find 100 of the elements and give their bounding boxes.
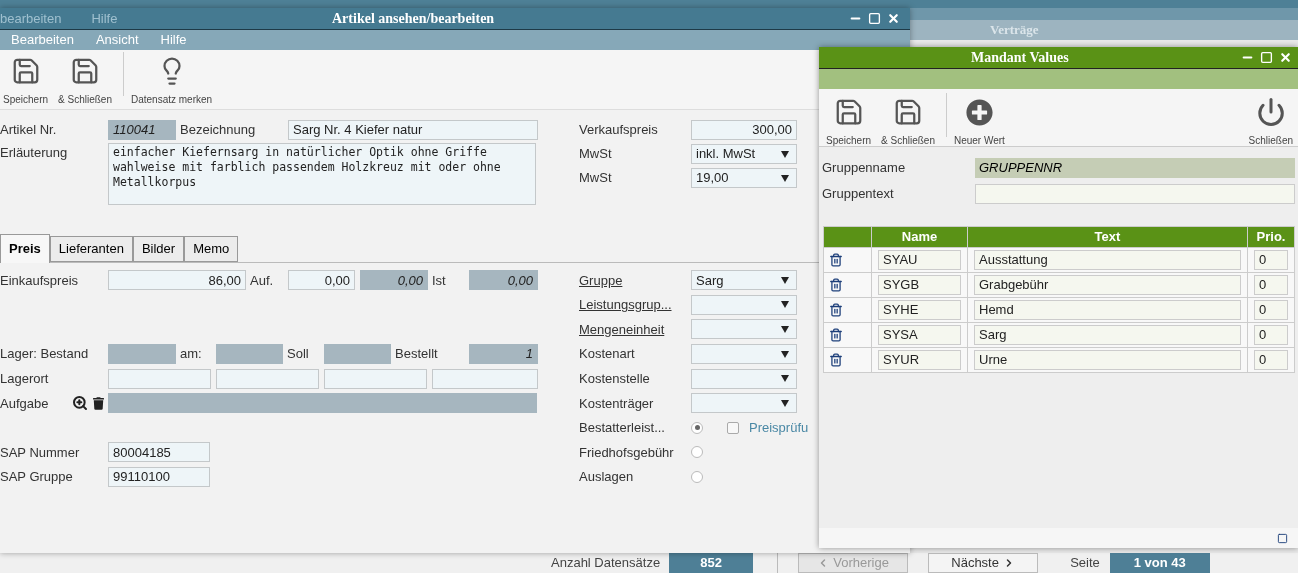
input-field[interactable]: SYGB: [878, 274, 961, 295]
maximize-icon[interactable]: [1260, 51, 1273, 64]
tab[interactable]: Memo: [184, 236, 239, 262]
resize-square-icon[interactable]: [1277, 532, 1288, 544]
input-field[interactable]: Hemd: [974, 299, 1241, 320]
select-field[interactable]: [691, 368, 797, 389]
select-field[interactable]: [691, 393, 797, 414]
input-field[interactable]: Grabgebühr: [974, 274, 1241, 295]
field-label: MwSt: [579, 145, 613, 164]
input-field[interactable]: 0: [1254, 349, 1288, 370]
field-label: SAP Nummer: [0, 443, 81, 462]
field-link[interactable]: Gruppe: [579, 270, 691, 291]
maximize-icon[interactable]: [868, 12, 881, 25]
input-field[interactable]: 0: [1254, 299, 1288, 320]
dropdown-caret-icon: [781, 276, 789, 284]
input-field[interactable]: SYAU: [878, 249, 961, 270]
record-count: 852: [669, 553, 754, 573]
select-field[interactable]: inkl. MwSt: [691, 144, 797, 164]
field-link[interactable]: Leistungsgrup...: [579, 295, 691, 315]
input-field[interactable]: 300,00: [691, 120, 797, 140]
field-label: Bezeichnung: [179, 121, 257, 140]
toolbar-button[interactable]: Speichern: [0, 52, 52, 107]
list-title: Verträge: [990, 21, 1039, 40]
toolbar-button[interactable]: Datensatz merken: [127, 52, 216, 107]
select-field[interactable]: 19,00: [691, 168, 797, 188]
field-label: Bestatterleist...: [579, 419, 666, 438]
field-label: Kostenart: [579, 345, 636, 364]
select-field[interactable]: [691, 319, 797, 340]
readonly-field: 110041: [108, 120, 176, 140]
toolbar-button[interactable]: & Schließen: [878, 93, 938, 148]
field-link[interactable]: Mengeneinheit: [579, 319, 691, 340]
input-field[interactable]: 0: [1254, 274, 1288, 295]
field-label: Lagerort: [0, 369, 50, 388]
close-icon[interactable]: [1279, 51, 1292, 64]
trash-icon[interactable]: [93, 396, 104, 410]
input-field[interactable]: [324, 368, 427, 389]
toolbar-button[interactable]: & Schließen: [55, 52, 115, 107]
field-label: SAP Gruppe: [0, 468, 74, 487]
column-header: Prio.: [1247, 226, 1295, 247]
input-field[interactable]: [975, 184, 1295, 204]
record-count-label: Anzahl Datensätze: [551, 554, 661, 573]
column-header: Text: [967, 226, 1248, 247]
readonly-field: [324, 344, 391, 365]
select-field[interactable]: [691, 344, 797, 365]
tab[interactable]: Preis: [0, 234, 50, 263]
tab[interactable]: Bilder: [132, 236, 185, 262]
column-header: Name: [871, 226, 968, 247]
radio-button[interactable]: [691, 446, 703, 459]
input-field[interactable]: 86,00: [108, 270, 246, 291]
toolbar-button[interactable]: Schließen: [1245, 93, 1296, 148]
field-label: Bestellt: [394, 345, 439, 364]
trash-icon[interactable]: [829, 327, 843, 342]
checkbox[interactable]: [727, 421, 739, 434]
field-label: Aufgabe: [0, 394, 50, 413]
close-icon[interactable]: [887, 12, 900, 25]
radio-button[interactable]: [691, 421, 703, 434]
field-label: Artikel Nr.: [0, 121, 58, 140]
input-field[interactable]: SYHE: [878, 299, 961, 320]
readonly-field: [216, 344, 283, 365]
input-field[interactable]: 0: [1254, 324, 1288, 345]
input-field[interactable]: SYSA: [878, 324, 961, 345]
dropdown-caret-icon: [781, 375, 789, 383]
trash-icon[interactable]: [829, 352, 843, 367]
input-field[interactable]: 80004185: [108, 442, 210, 463]
input-field[interactable]: Urne: [974, 349, 1241, 370]
dropdown-caret-icon: [781, 326, 789, 333]
toolbar-button[interactable]: Speichern: [823, 93, 875, 148]
input-field[interactable]: Ausstattung: [974, 249, 1241, 270]
field-label: Gruppenname: [822, 159, 907, 178]
input-field[interactable]: [108, 368, 211, 389]
trash-icon[interactable]: [829, 302, 843, 317]
trash-icon[interactable]: [829, 277, 843, 292]
next-button[interactable]: Nächste: [928, 553, 1039, 573]
input-field[interactable]: 0,00: [288, 270, 355, 291]
input-field[interactable]: [216, 368, 319, 389]
field-label: Auf.: [249, 271, 275, 290]
input-field: GRUPPENNR: [975, 158, 1295, 178]
select-field[interactable]: Sarg: [691, 270, 797, 291]
check-link[interactable]: Preisprüfu: [749, 418, 809, 438]
window-title: Mandant Values: [971, 49, 1069, 67]
dropdown-caret-icon: [781, 350, 789, 358]
tab[interactable]: Lieferanten: [49, 236, 133, 262]
page-indicator: 1 von 43: [1109, 553, 1210, 573]
trash-icon[interactable]: [829, 252, 843, 267]
field-label: am:: [179, 345, 203, 364]
zoom-in-icon[interactable]: [72, 395, 88, 412]
select-field[interactable]: [691, 294, 797, 315]
input-field[interactable]: Sarg Nr. 4 Kiefer natur: [288, 120, 538, 140]
description-textarea[interactable]: einfacher Kiefernsarg in natürlicher Optik ohne Griffe wahlweise mit farblich passendem Holzkreuz mit oder ohne Metallkorpus: [108, 143, 536, 205]
input-field[interactable]: 0: [1254, 249, 1288, 270]
input-field[interactable]: [432, 368, 538, 389]
input-field[interactable]: Sarg: [974, 324, 1241, 345]
field-label: Erläuterung: [0, 144, 69, 162]
toolbar-button[interactable]: Neuer Wert: [950, 93, 1008, 148]
save-icon: [70, 56, 100, 86]
radio-button[interactable]: [691, 471, 703, 484]
field-label: Friedhofsgebühr: [579, 443, 675, 462]
readonly-field: 0,00: [360, 270, 428, 291]
input-field[interactable]: SYUR: [878, 349, 961, 370]
input-field[interactable]: 99110100: [108, 467, 210, 488]
